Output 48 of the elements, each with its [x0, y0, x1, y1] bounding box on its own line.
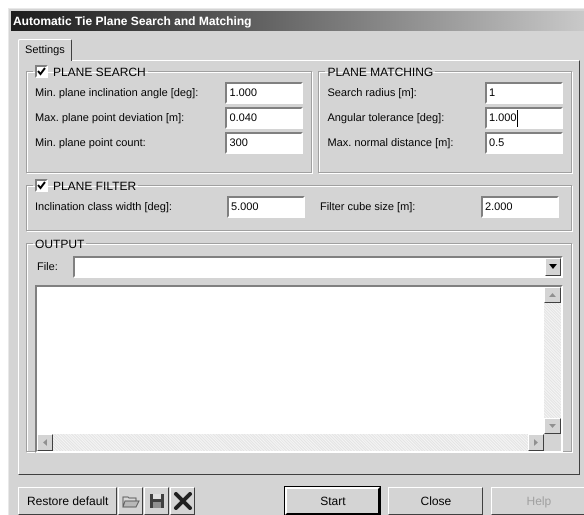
- dialog-button[interactable]: Close: [388, 487, 484, 515]
- group-title: OUTPUT: [35, 236, 84, 253]
- field-label: Max. plane point deviation [m]:: [35, 111, 186, 126]
- dialog-button[interactable]: Start: [285, 487, 380, 515]
- toolbar-button[interactable]: [170, 487, 196, 515]
- file-dropdown[interactable]: [73, 256, 563, 278]
- field-value: 1.000: [229, 86, 258, 102]
- field-value: 1.000: [489, 110, 518, 127]
- input-field[interactable]: 1.000: [225, 82, 304, 104]
- delete-x-icon: [172, 492, 193, 510]
- group-title: PLANE FILTER: [53, 178, 136, 195]
- input-field[interactable]: 300: [225, 132, 304, 154]
- input-field[interactable]: 0.040: [225, 107, 304, 130]
- horizontal-scrollbar[interactable]: [37, 434, 544, 451]
- field-value: 0.040: [229, 111, 258, 126]
- input-field[interactable]: 5.000: [227, 196, 305, 218]
- checkbox[interactable]: [35, 65, 48, 78]
- toolbar-button[interactable]: [144, 487, 170, 515]
- scroll-left-icon[interactable]: [37, 434, 53, 451]
- field-label: Inclination class width [deg]:: [35, 200, 173, 216]
- file-label: File:: [36, 260, 59, 275]
- field-value: 5.000: [231, 200, 260, 216]
- restore-default-button[interactable]: Restore default: [18, 487, 118, 515]
- checkbox[interactable]: [35, 179, 48, 192]
- field-label: Max. normal distance [m]:: [327, 136, 454, 152]
- tab[interactable]: Settings: [18, 38, 72, 61]
- scroll-down-icon[interactable]: [544, 418, 561, 434]
- group-title: PLANE SEARCH: [53, 64, 146, 81]
- field-value: 0.5: [489, 136, 506, 152]
- field-value: 2.000: [485, 200, 514, 216]
- field-label: Search radius [m]:: [327, 86, 418, 102]
- toolbar-button[interactable]: [118, 487, 144, 515]
- vertical-scrollbar[interactable]: [544, 286, 561, 434]
- group-title: PLANE MATCHING: [327, 64, 434, 81]
- scroll-up-icon[interactable]: [544, 286, 561, 303]
- scrollbar-corner: [544, 434, 561, 451]
- field-label: Filter cube size [m]:: [320, 200, 416, 216]
- field-value: 1: [489, 86, 496, 102]
- input-field[interactable]: 1.000: [485, 107, 563, 130]
- scroll-right-icon[interactable]: [528, 434, 544, 451]
- field-label: Angular tolerance [deg]:: [327, 111, 446, 126]
- field-label: Min. plane inclination angle [deg]:: [35, 86, 200, 102]
- field-label: Min. plane point count:: [35, 136, 147, 152]
- input-field[interactable]: 1: [485, 82, 563, 104]
- input-field[interactable]: 2.000: [481, 196, 559, 218]
- input-field[interactable]: 0.5: [485, 132, 563, 154]
- field-value: 300: [229, 136, 249, 152]
- window-title: Automatic Tie Plane Search and Matching: [13, 12, 252, 30]
